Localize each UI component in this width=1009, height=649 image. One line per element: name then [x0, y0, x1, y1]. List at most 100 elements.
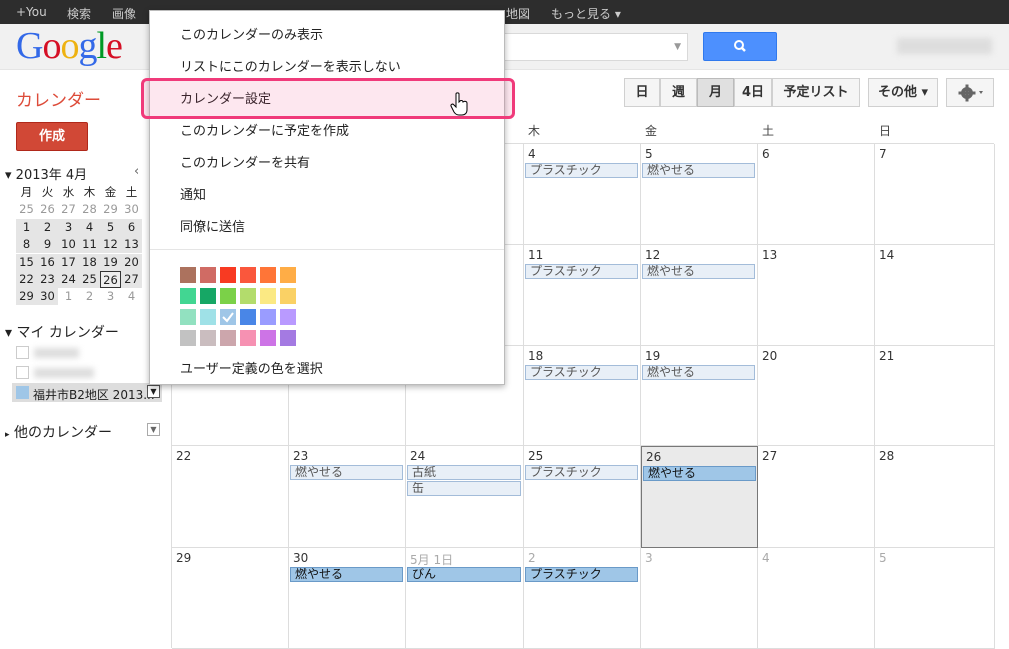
- day-number[interactable]: 6: [762, 147, 770, 161]
- day-cell[interactable]: 18 プラスチック: [524, 346, 641, 446]
- day-number[interactable]: 30: [293, 551, 308, 565]
- day-cell[interactable]: 3: [641, 548, 758, 649]
- search-dropdown-icon[interactable]: ▼: [674, 42, 681, 52]
- color-swatch[interactable]: [220, 330, 236, 346]
- mini-day[interactable]: 15: [16, 253, 37, 271]
- mini-day[interactable]: 1: [58, 288, 79, 305]
- mini-day[interactable]: 30: [121, 201, 142, 218]
- color-swatch[interactable]: [260, 330, 276, 346]
- mini-day[interactable]: 9: [37, 236, 58, 254]
- day-number[interactable]: 5: [645, 147, 653, 161]
- mini-day[interactable]: 25: [79, 271, 100, 288]
- mini-day[interactable]: 27: [121, 271, 142, 288]
- mini-day[interactable]: 28: [79, 201, 100, 218]
- nav-maps-link[interactable]: 地図: [506, 5, 530, 22]
- day-number[interactable]: 14: [879, 248, 894, 262]
- mini-day[interactable]: 1: [16, 218, 37, 236]
- color-swatch[interactable]: [220, 309, 236, 325]
- settings-button[interactable]: [946, 78, 994, 107]
- menu-share-calendar[interactable]: このカレンダーを共有: [180, 152, 310, 171]
- color-swatch[interactable]: [200, 288, 216, 304]
- menu-hide-from-list[interactable]: リストにこのカレンダーを表示しない: [180, 56, 401, 75]
- day-number[interactable]: 19: [645, 349, 660, 363]
- color-swatch[interactable]: [280, 267, 296, 283]
- day-cell[interactable]: 29: [172, 548, 289, 649]
- color-swatch[interactable]: [280, 309, 296, 325]
- day-number[interactable]: 4: [528, 147, 536, 161]
- mini-day[interactable]: 23: [37, 271, 58, 288]
- nav-search[interactable]: 検索: [67, 5, 91, 22]
- mini-day[interactable]: 8: [16, 236, 37, 254]
- nav-images[interactable]: 画像: [112, 5, 136, 22]
- create-event-button[interactable]: 作成: [16, 122, 88, 151]
- calendar-menu-dropdown-icon[interactable]: ▼: [147, 385, 160, 398]
- day-number[interactable]: 3: [645, 551, 653, 565]
- day-number[interactable]: 28: [879, 449, 894, 463]
- mini-day[interactable]: 22: [16, 271, 37, 288]
- user-account[interactable]: [897, 38, 992, 54]
- color-swatch[interactable]: [180, 288, 196, 304]
- day-number[interactable]: 22: [176, 449, 191, 463]
- day-number[interactable]: 4: [762, 551, 770, 565]
- day-cell[interactable]: 26 燃やせる: [641, 446, 758, 548]
- event-chip[interactable]: 燃やせる: [290, 567, 403, 582]
- color-swatch[interactable]: [260, 267, 276, 283]
- day-number[interactable]: 29: [176, 551, 191, 565]
- day-number[interactable]: 20: [762, 349, 777, 363]
- day-cell[interactable]: 30 燃やせる: [289, 548, 406, 649]
- menu-show-only-this[interactable]: このカレンダーのみ表示: [180, 24, 323, 43]
- day-cell[interactable]: 19 燃やせる: [641, 346, 758, 446]
- color-swatch[interactable]: [180, 330, 196, 346]
- day-cell[interactable]: 24 古紙缶: [406, 446, 524, 548]
- color-swatch[interactable]: [180, 267, 196, 283]
- day-number[interactable]: 23: [293, 449, 308, 463]
- event-chip[interactable]: 燃やせる: [642, 365, 755, 380]
- day-cell[interactable]: 27: [758, 446, 875, 548]
- menu-custom-color[interactable]: ユーザー定義の色を選択: [180, 358, 323, 377]
- calendar-checkbox[interactable]: [16, 366, 29, 379]
- mini-day[interactable]: 2: [79, 288, 100, 305]
- color-swatch[interactable]: [200, 309, 216, 325]
- color-swatch[interactable]: [260, 309, 276, 325]
- day-cell[interactable]: 5 燃やせる: [641, 144, 758, 245]
- search-input[interactable]: ▼: [500, 33, 688, 61]
- day-cell[interactable]: 12 燃やせる: [641, 245, 758, 346]
- color-swatch[interactable]: [200, 267, 216, 283]
- mini-day[interactable]: 3: [100, 288, 121, 305]
- event-chip[interactable]: 缶: [407, 481, 521, 496]
- mini-day[interactable]: 27: [58, 201, 79, 218]
- day-cell[interactable]: 4 プラスチック: [524, 144, 641, 245]
- mini-day[interactable]: 13: [121, 236, 142, 254]
- color-swatch[interactable]: [280, 330, 296, 346]
- mini-day[interactable]: 20: [121, 253, 142, 271]
- mini-day[interactable]: 26: [100, 271, 121, 288]
- event-chip[interactable]: プラスチック: [525, 264, 638, 279]
- mini-day[interactable]: 10: [58, 236, 79, 254]
- day-number[interactable]: 5月 1日: [410, 551, 453, 568]
- day-number[interactable]: 5: [879, 551, 887, 565]
- event-chip[interactable]: 燃やせる: [643, 466, 756, 481]
- color-swatch[interactable]: [240, 309, 256, 325]
- mini-day[interactable]: 25: [16, 201, 37, 218]
- color-swatch[interactable]: [220, 267, 236, 283]
- day-number[interactable]: 26: [646, 450, 661, 464]
- other-calendars-header[interactable]: ▸ 他のカレンダー: [5, 422, 112, 442]
- day-cell[interactable]: 20: [758, 346, 875, 446]
- event-chip[interactable]: プラスチック: [525, 567, 638, 582]
- my-calendars-header[interactable]: ▾ マイ カレンダー: [5, 322, 119, 342]
- day-cell[interactable]: 23 燃やせる: [289, 446, 406, 548]
- day-number[interactable]: 27: [762, 449, 777, 463]
- view-week-button[interactable]: 週: [660, 78, 697, 107]
- day-number[interactable]: 7: [879, 147, 887, 161]
- day-cell[interactable]: 4: [758, 548, 875, 649]
- more-button[interactable]: その他 ▾: [868, 78, 938, 107]
- nav-more[interactable]: もっと見る ▾: [551, 5, 621, 22]
- mini-day[interactable]: 4: [121, 288, 142, 305]
- mini-day[interactable]: 5: [100, 218, 121, 236]
- mini-day[interactable]: 30: [37, 288, 58, 306]
- mini-day[interactable]: 11: [79, 236, 100, 254]
- day-cell[interactable]: 6: [758, 144, 875, 245]
- color-swatch[interactable]: [180, 309, 196, 325]
- day-cell[interactable]: 11 プラスチック: [524, 245, 641, 346]
- mini-day[interactable]: 18: [79, 253, 100, 271]
